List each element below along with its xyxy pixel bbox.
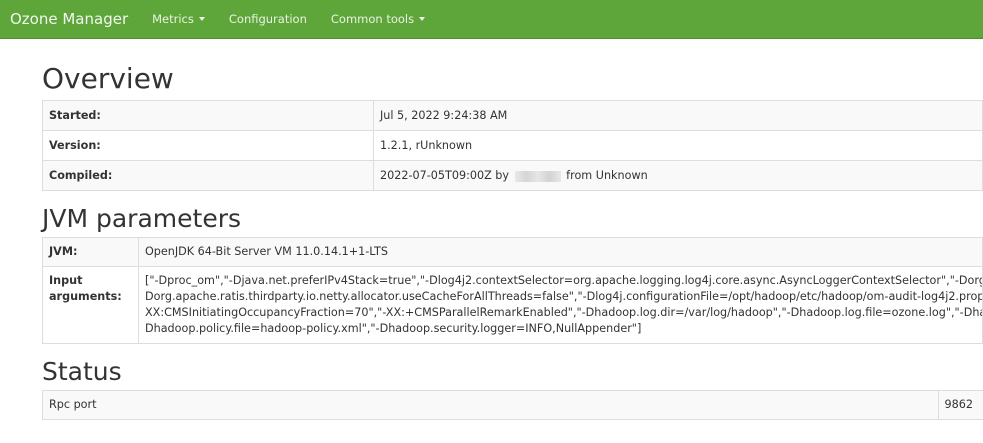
nav-metrics-label: Metrics (152, 12, 194, 26)
args-line: XX:CMSInitiatingOccupancyFraction=70","-… (145, 306, 983, 319)
compiled-value: 2022-07-05T09:00Z by from Unknown (373, 160, 983, 191)
compiled-prefix: 2022-07-05T09:00Z by (380, 169, 510, 182)
table-row: Started: Jul 5, 2022 9:24:38 AM (42, 100, 983, 131)
nav-common-tools-label: Common tools (330, 12, 415, 26)
table-row: JVM: OpenJDK 64-Bit Server VM 11.0.14.1+… (42, 237, 983, 267)
table-row: Compiled: 2022-07-05T09:00Z by from Unkn… (42, 160, 983, 191)
overview-table: Started: Jul 5, 2022 9:24:38 AM Version:… (42, 100, 983, 191)
args-line: Dhadoop.policy.file=hadoop-policy.xml","… (145, 322, 642, 335)
jvm-value: OpenJDK 64-Bit Server VM 11.0.14.1+1-LTS (138, 237, 983, 267)
rpc-port-value: 9862 (937, 390, 983, 420)
compiled-label: Compiled: (42, 160, 374, 191)
table-row: Rpc port 9862 (42, 390, 983, 420)
version-label: Version: (42, 130, 374, 161)
caret-down-icon (198, 17, 205, 21)
started-label: Started: (42, 100, 374, 131)
table-row: Input arguments: ["-Dproc_om","-Djava.ne… (42, 266, 983, 344)
nav-metrics-dropdown[interactable]: Metrics (152, 12, 205, 26)
overview-heading: Overview (42, 62, 174, 95)
compiled-suffix: from Unknown (566, 169, 648, 182)
main-content: Overview Started: Jul 5, 2022 9:24:38 AM… (42, 40, 983, 420)
brand-link[interactable]: Ozone Manager (10, 10, 128, 28)
jvm-table: JVM: OpenJDK 64-Bit Server VM 11.0.14.1+… (42, 237, 983, 344)
table-row: Version: 1.2.1, rUnknown (42, 130, 983, 161)
top-navbar: Ozone Manager Metrics Configuration Comm… (0, 0, 983, 39)
jvm-label: JVM: (42, 237, 139, 267)
input-arguments-value: ["-Dproc_om","-Djava.net.preferIPv4Stack… (138, 266, 983, 344)
nav-configuration-link[interactable]: Configuration (229, 12, 307, 26)
nav-common-tools-dropdown[interactable]: Common tools (330, 12, 426, 26)
args-line: Dorg.apache.ratis.thirdparty.io.netty.al… (145, 290, 983, 303)
redacted-user (514, 170, 561, 182)
status-table: Rpc port 9862 (42, 390, 983, 420)
jvm-heading: JVM parameters (42, 204, 241, 233)
started-value: Jul 5, 2022 9:24:38 AM (373, 100, 983, 131)
args-line: ["-Dproc_om","-Djava.net.preferIPv4Stack… (145, 274, 983, 287)
rpc-port-label: Rpc port (42, 390, 939, 420)
status-heading: Status (42, 357, 122, 386)
version-value: 1.2.1, rUnknown (373, 130, 983, 161)
input-arguments-label: Input arguments: (42, 266, 139, 344)
caret-down-icon (419, 17, 426, 21)
